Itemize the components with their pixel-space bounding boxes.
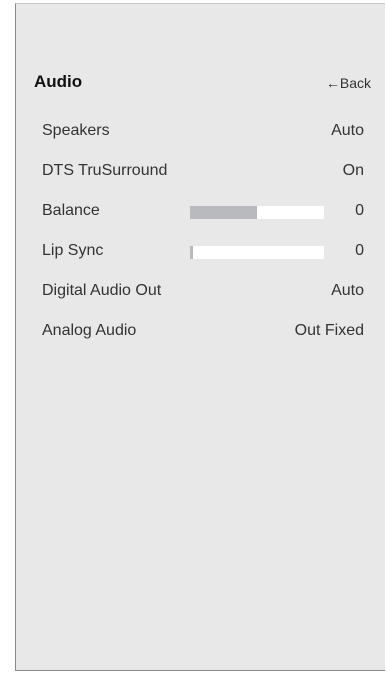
- menu-item-balance[interactable]: Balance 0: [42, 199, 364, 227]
- menu-header: Audio ←Back: [34, 72, 371, 96]
- balance-slider[interactable]: [190, 206, 324, 219]
- menu-item-value: 0: [355, 202, 364, 219]
- menu-item-label: DTS TruSurround: [42, 162, 168, 179]
- audio-settings-list: Speakers Auto DTS TruSurround On Balance…: [42, 119, 364, 359]
- menu-item-lip-sync[interactable]: Lip Sync 0: [42, 239, 364, 267]
- menu-item-label: Lip Sync: [42, 242, 104, 259]
- lip-sync-slider-fill: [190, 246, 193, 259]
- menu-item-value: Auto: [331, 282, 364, 299]
- menu-item-label: Digital Audio Out: [42, 282, 162, 299]
- menu-item-value: Auto: [331, 122, 364, 139]
- menu-item-value: 0: [355, 242, 364, 259]
- menu-item-value: Out Fixed: [294, 322, 364, 339]
- menu-item-value: On: [342, 162, 364, 179]
- menu-item-label: Balance: [42, 202, 100, 219]
- menu-item-label: Speakers: [42, 122, 110, 139]
- back-button[interactable]: ←Back: [326, 75, 371, 91]
- menu-item-dts-trusurround[interactable]: DTS TruSurround On: [42, 159, 364, 187]
- menu-item-digital-audio-out[interactable]: Digital Audio Out Auto: [42, 279, 364, 307]
- lip-sync-slider[interactable]: [190, 246, 324, 259]
- menu-item-label: Analog Audio: [42, 322, 137, 339]
- page-title: Audio: [34, 72, 83, 91]
- balance-slider-fill: [190, 206, 257, 219]
- audio-menu-panel: Audio ←Back Speakers Auto DTS TruSurroun…: [15, 3, 385, 671]
- menu-item-speakers[interactable]: Speakers Auto: [42, 119, 364, 147]
- menu-item-analog-audio[interactable]: Analog Audio Out Fixed: [42, 319, 364, 347]
